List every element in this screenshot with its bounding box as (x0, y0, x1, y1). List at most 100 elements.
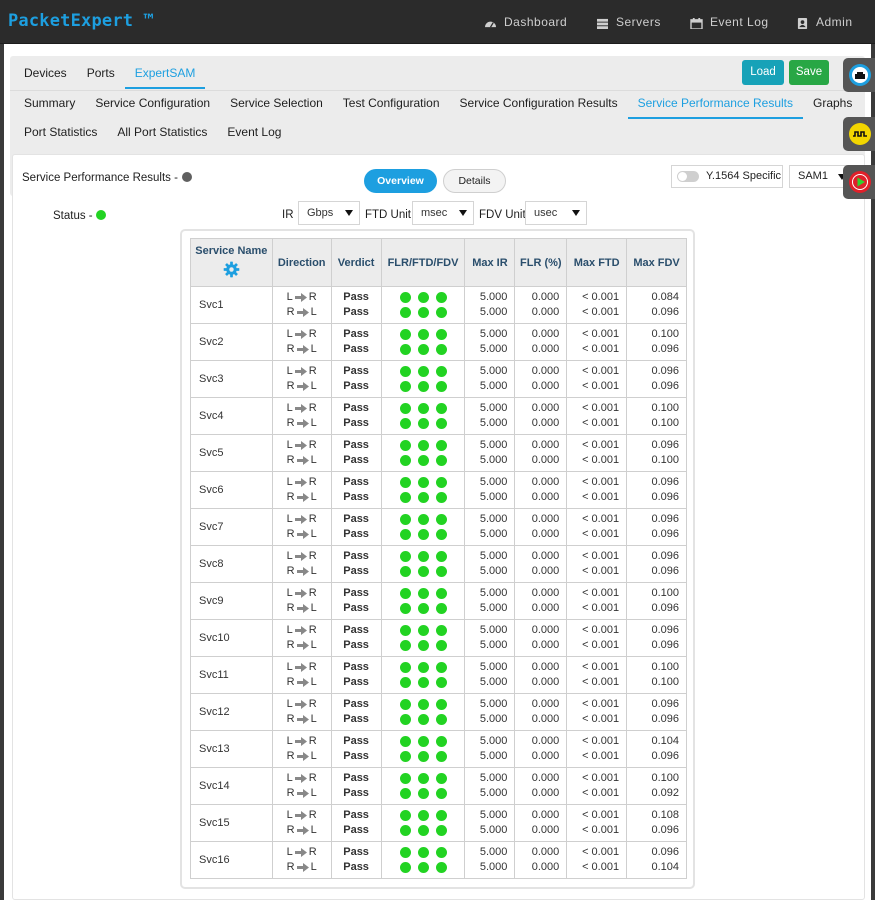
fdv-status-dot (435, 365, 447, 377)
metric-status-dots (382, 342, 465, 358)
flr-status-dot (399, 751, 411, 763)
metric-status-dots (382, 823, 465, 839)
ports-side-button[interactable] (843, 58, 875, 92)
ftd-status-dot (417, 365, 429, 377)
max-fdv-rl: 0.096 (651, 491, 679, 503)
flr-cell: 0.000 0.000 (514, 582, 568, 620)
table-row[interactable]: Svc10 L R R L Pass Pass 5.000 5.000 0.000 0.000 < 0… (190, 619, 687, 657)
flr-lr: 0.000 (531, 290, 560, 303)
tab-port-statistics[interactable]: Port Statistics (14, 119, 107, 145)
fdv-status-dot (435, 418, 447, 430)
max-ftd-lr: < 0.001 (582, 475, 620, 488)
flr-status-dot (399, 587, 411, 599)
max-ftd-lr: < 0.001 (582, 771, 620, 784)
tab-service-selection[interactable]: Service Selection (220, 90, 333, 116)
verdict-lr: Pass (343, 512, 369, 525)
nav-servers[interactable]: Servers (596, 0, 661, 44)
direction-l-to-r: LR (273, 660, 331, 676)
ir-unit-select[interactable]: Gbps (298, 201, 360, 225)
table-row[interactable]: Svc14 L R R L Pass Pass 5.000 5.000 0.000 0.000 < 0… (190, 767, 687, 805)
direction-l-to-r: LR (273, 771, 331, 787)
max-ir-lr: 5.000 (479, 734, 508, 747)
table-row[interactable]: Svc2 L R R L Pass Pass 5.000 5.000 0.000 0.000 < 0.… (190, 323, 687, 361)
flr-cell: 0.000 0.000 (514, 767, 568, 805)
max-fdv-cell: 0.096 0.096 (626, 693, 687, 731)
direction-r-to-l: RL (273, 527, 331, 543)
signal-side-button[interactable] (843, 117, 875, 151)
table-row[interactable]: Svc15 L R R L Pass Pass 5.000 5.000 0.000 0.000 < 0… (190, 804, 687, 842)
tab-test-configuration[interactable]: Test Configuration (333, 90, 450, 116)
load-button[interactable]: Load (742, 60, 784, 85)
metric-status-dots (382, 549, 465, 565)
metric-status-dots (382, 771, 465, 787)
direction-r-to-l: RL (273, 453, 331, 469)
y1564-toggle[interactable]: Y.1564 Specific (671, 165, 783, 188)
fdv-status-dot (435, 846, 447, 858)
save-button[interactable]: Save (789, 60, 829, 85)
max-ir-lr: 5.000 (479, 586, 508, 599)
max-fdv-lr: 0.096 (651, 697, 679, 710)
toggle-switch[interactable] (677, 171, 699, 182)
max-ftd-lr: < 0.001 (582, 549, 620, 562)
direction-cell: LRRL (271, 471, 332, 509)
max-ir-rl: 5.000 (479, 602, 508, 614)
brand-logo[interactable]: PacketExpert ™ (8, 11, 154, 31)
direction-r-to-l: RL (273, 601, 331, 617)
table-row[interactable]: Svc16 L R R L Pass Pass 5.000 5.000 0.000 0.000 < 0… (190, 841, 687, 879)
table-row[interactable]: Svc12 L R R L Pass Pass 5.000 5.000 0.000 0.000 < 0… (190, 693, 687, 731)
table-row[interactable]: Svc9 L R R L Pass Pass 5.000 5.000 0.000 0.000 < 0.… (190, 582, 687, 620)
gear-icon[interactable] (223, 261, 240, 278)
ftd-status-dot (417, 825, 429, 837)
start-test-side-button[interactable] (843, 165, 875, 199)
max-ftd-rl: < 0.001 (582, 602, 620, 614)
overview-button[interactable]: Overview (364, 169, 437, 193)
tab-all-port-statistics[interactable]: All Port Statistics (107, 119, 217, 145)
table-row[interactable]: Svc8 L R R L Pass Pass 5.000 5.000 0.000 0.000 < 0.… (190, 545, 687, 583)
tab-devices[interactable]: Devices (14, 60, 77, 86)
arrow-right-icon (296, 456, 309, 466)
nav-dashboard[interactable]: Dashboard (484, 0, 567, 44)
tab-service-configuration-results[interactable]: Service Configuration Results (450, 90, 628, 116)
nav-admin[interactable]: Admin (796, 0, 853, 44)
direction-cell: LRRL (271, 656, 332, 694)
table-row[interactable]: Svc11 L R R L Pass Pass 5.000 5.000 0.000 0.000 < 0… (190, 656, 687, 694)
table-row[interactable]: Svc6 L R R L Pass Pass 5.000 5.000 0.000 0.000 < 0.… (190, 471, 687, 509)
max-ir-cell: 5.000 5.000 (464, 397, 516, 435)
direction-from: R (286, 454, 295, 466)
tab-service-performance-results[interactable]: Service Performance Results (627, 90, 804, 119)
direction-from: L (286, 364, 293, 377)
table-row[interactable]: Svc4 L R R L Pass Pass 5.000 5.000 0.000 0.000 < 0.… (190, 397, 687, 435)
servers-icon (597, 18, 608, 29)
table-row[interactable]: Svc3 L R R L Pass Pass 5.000 5.000 0.000 0.000 < 0.… (190, 360, 687, 398)
ftd-status-dot (417, 402, 429, 414)
ftd-status-dot (417, 381, 429, 393)
tab-expertsam[interactable]: ExpertSAM (124, 60, 206, 89)
tab-ports[interactable]: Ports (77, 60, 125, 86)
fdv-unit-select[interactable]: usec (525, 201, 587, 225)
flr-lr: 0.000 (531, 364, 560, 377)
verdict-cell: Pass Pass (330, 508, 382, 546)
table-row[interactable]: Svc13 L R R L Pass Pass 5.000 5.000 0.000 0.000 < 0… (190, 730, 687, 768)
ftd-status-dot (417, 418, 429, 430)
service-name-cell: Svc12 (190, 693, 273, 731)
table-row[interactable]: Svc7 L R R L Pass Pass 5.000 5.000 0.000 0.000 < 0.… (190, 508, 687, 546)
ftd-unit-select[interactable]: msec (412, 201, 474, 225)
max-ftd-rl: < 0.001 (582, 861, 620, 873)
tab-service-configuration[interactable]: Service Configuration (85, 90, 220, 116)
flr-status-dot (399, 529, 411, 541)
flr-cell: 0.000 0.000 (514, 619, 568, 657)
table-row[interactable]: Svc5 L R R L Pass Pass 5.000 5.000 0.000 0.000 < 0.… (190, 434, 687, 472)
tab-graphs[interactable]: Graphs (803, 90, 862, 116)
flr-cell: 0.000 0.000 (514, 804, 568, 842)
details-button[interactable]: Details (443, 169, 506, 193)
tab-summary[interactable]: Summary (14, 90, 85, 116)
fdv-status-dot (435, 735, 447, 747)
ftd-status-dot (417, 439, 429, 451)
nav-event-log[interactable]: Event Log (690, 0, 769, 44)
flr-status-dot (399, 698, 411, 710)
table-row[interactable]: Svc1 L R R L Pass Pass 5.000 5.000 0.000 0.000 < 0.… (190, 286, 687, 324)
max-fdv-lr: 0.096 (651, 512, 679, 525)
max-ftd-cell: < 0.001 < 0.001 (566, 693, 628, 731)
tab-event-log[interactable]: Event Log (217, 119, 291, 145)
flr-cell: 0.000 0.000 (514, 286, 568, 324)
